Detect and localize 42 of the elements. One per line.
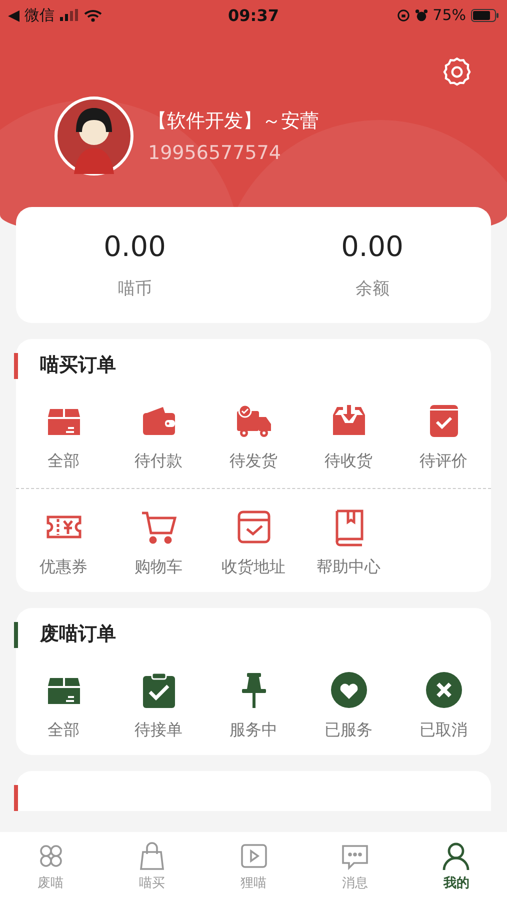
order-status-button[interactable]: 已取消 — [396, 670, 491, 741]
order-status-button[interactable]: 待付款 — [111, 401, 206, 472]
user-name: 【软件开发】～安蕾 — [148, 109, 319, 134]
order-status-button[interactable]: 待发货 — [206, 401, 301, 472]
tab-button[interactable]: 我的 — [406, 832, 507, 900]
stat-label: 喵币 — [118, 278, 152, 300]
heart-circle-icon — [328, 670, 368, 710]
clock-time: 09:37 — [228, 6, 279, 24]
battery-percentage: 75% — [432, 6, 466, 24]
signal-icon — [60, 9, 78, 21]
alarm-icon — [414, 8, 428, 22]
accent-bar — [14, 622, 18, 648]
cancel-circle-icon — [424, 670, 464, 710]
order-status-button[interactable]: 待收货 — [301, 401, 396, 472]
person-icon — [441, 840, 472, 870]
order-status-button[interactable]: 待评价 — [396, 401, 491, 472]
section-title: 废喵订单 — [40, 622, 116, 647]
tab-button[interactable]: 狸喵 — [202, 832, 304, 900]
rotation-lock-icon — [396, 8, 410, 22]
accent-bar — [14, 353, 18, 379]
tab-button[interactable]: 废喵 — [0, 832, 102, 900]
settings-icon[interactable] — [441, 56, 473, 88]
order-status-button[interactable]: 帮助中心 — [301, 507, 396, 578]
order-status-button[interactable]: 全部 — [16, 670, 111, 741]
order-status-button[interactable]: 收货地址 — [206, 507, 301, 578]
order-status-button[interactable]: 服务中 — [206, 670, 301, 741]
accent-bar — [14, 785, 18, 811]
order-status-button[interactable]: 购物车 — [111, 507, 206, 578]
section-title: 喵买订单 — [40, 353, 116, 378]
order-status-button[interactable]: 优惠券 — [16, 507, 111, 578]
order-status-button[interactable]: 待接单 — [111, 670, 206, 741]
wifi-icon — [84, 8, 102, 22]
tab-button[interactable]: 消息 — [304, 832, 406, 900]
stat-value: 0.00 — [341, 230, 404, 263]
order-status-button[interactable]: 已服务 — [301, 670, 396, 741]
back-link[interactable]: ◀ 微信 — [8, 6, 54, 24]
order-status-button[interactable]: 全部 — [16, 401, 111, 472]
stat-label: 余额 — [355, 278, 390, 300]
stat-value: 0.00 — [104, 230, 166, 263]
phone-number: 19956577574 — [148, 142, 282, 164]
tab-button[interactable]: 喵买 — [101, 832, 203, 900]
battery-icon — [471, 8, 499, 22]
